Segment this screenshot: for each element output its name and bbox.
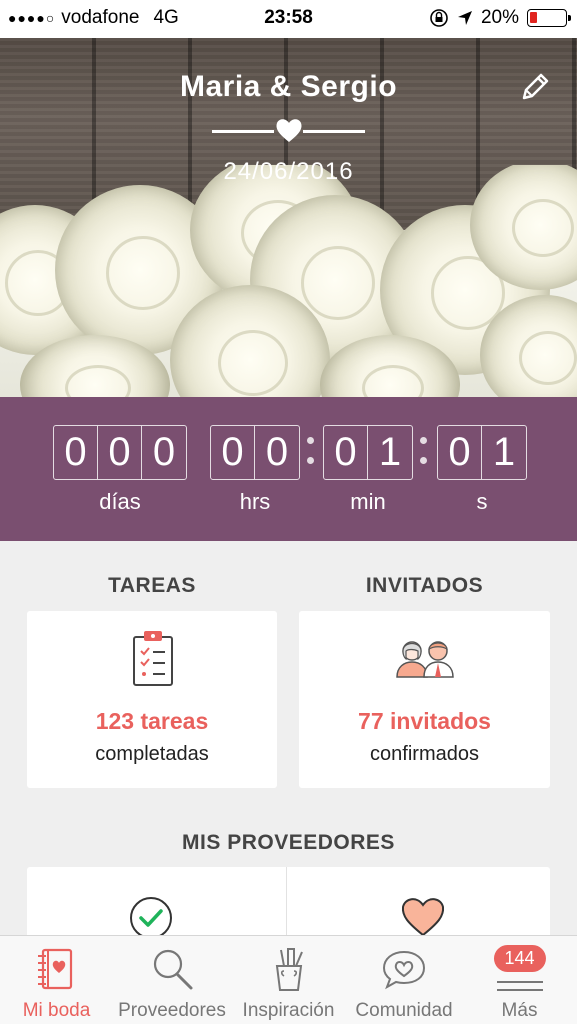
- minutes-counter: 0 1: [323, 425, 413, 480]
- hours-label: hrs: [239, 489, 271, 514]
- seconds-digit: 0: [438, 426, 482, 479]
- tab-label: Proveedores: [118, 1000, 226, 1021]
- seconds-digit: 1: [492, 430, 516, 474]
- seconds-label: s: [476, 489, 488, 514]
- guests-icon: [396, 641, 454, 678]
- divider-right: [303, 130, 365, 133]
- invitados-sub: confirmados: [370, 743, 479, 765]
- days-digit: 0: [98, 426, 142, 479]
- invitados-card[interactable]: 77 invitados confirmados: [299, 611, 550, 788]
- invitados-count: 77 invitados: [358, 708, 491, 734]
- status-bar: ●●●●○ vodafone 4G 23:58 20%: [0, 0, 577, 38]
- minutes-label: min: [350, 489, 386, 514]
- search-icon: [153, 949, 193, 990]
- hours-digit: 0: [211, 426, 255, 479]
- days-digit: 0: [54, 426, 98, 479]
- colon-separator: [419, 437, 429, 477]
- heart-divider-icon: [276, 119, 302, 142]
- roses-image: [0, 165, 577, 397]
- minutes-digit: 1: [378, 430, 402, 474]
- tab-inspiracion[interactable]: Inspiración: [231, 936, 346, 1024]
- tab-comunidad[interactable]: Comunidad: [346, 936, 462, 1024]
- chat-heart-icon: [382, 950, 426, 990]
- tab-label: Comunidad: [355, 1000, 453, 1021]
- edit-pencil-icon[interactable]: [518, 70, 552, 104]
- tab-bar: Mi boda Proveedores Inspiración Comunida…: [0, 935, 577, 1024]
- battery-icon: [527, 9, 571, 27]
- pencil-cup-icon: [275, 948, 303, 991]
- hero-banner: Maria & Sergio 24/06/2016: [0, 0, 577, 397]
- hours-digit: 0: [265, 430, 289, 474]
- invitados-title: INVITADOS: [365, 574, 484, 597]
- tareas-count: 123 tareas: [95, 708, 209, 734]
- minutes-digit: 0: [324, 426, 368, 479]
- tab-label: Inspiración: [242, 1000, 335, 1021]
- tab-label: Más: [501, 1000, 538, 1021]
- colon-separator: [306, 437, 316, 477]
- tareas-sub: completadas: [95, 743, 209, 765]
- divider-left: [212, 130, 274, 133]
- location-arrow-icon: [457, 11, 472, 25]
- hours-counter: 0 0: [210, 425, 300, 480]
- rotation-lock-icon: [430, 9, 448, 27]
- seconds-counter: 0 1: [437, 425, 527, 480]
- tab-mi-boda[interactable]: Mi boda: [0, 936, 113, 1024]
- couple-names: Maria & Sergio: [179, 70, 398, 103]
- notebook-icon: [37, 948, 72, 990]
- clipboard-checklist-icon: [133, 631, 173, 686]
- days-counter: 0 0 0: [53, 425, 187, 480]
- days-digit: 0: [152, 430, 176, 474]
- battery-percent: 20%: [480, 7, 519, 28]
- proveedores-title: MIS PROVEEDORES: [182, 831, 395, 854]
- notification-badge: 144: [493, 945, 546, 972]
- tareas-card[interactable]: 123 tareas completadas: [27, 611, 277, 788]
- tareas-title: TAREAS: [108, 574, 196, 597]
- tab-proveedores[interactable]: Proveedores: [113, 936, 231, 1024]
- countdown-panel: 0 0 0 0 0 0 1 0 1: [0, 397, 577, 541]
- heart-icon: [401, 898, 445, 937]
- tab-label: Mi boda: [22, 1000, 91, 1021]
- tab-mas[interactable]: 144 Más: [462, 936, 577, 1024]
- days-label: días: [99, 489, 141, 514]
- wedding-date: 24/06/2016: [223, 158, 354, 185]
